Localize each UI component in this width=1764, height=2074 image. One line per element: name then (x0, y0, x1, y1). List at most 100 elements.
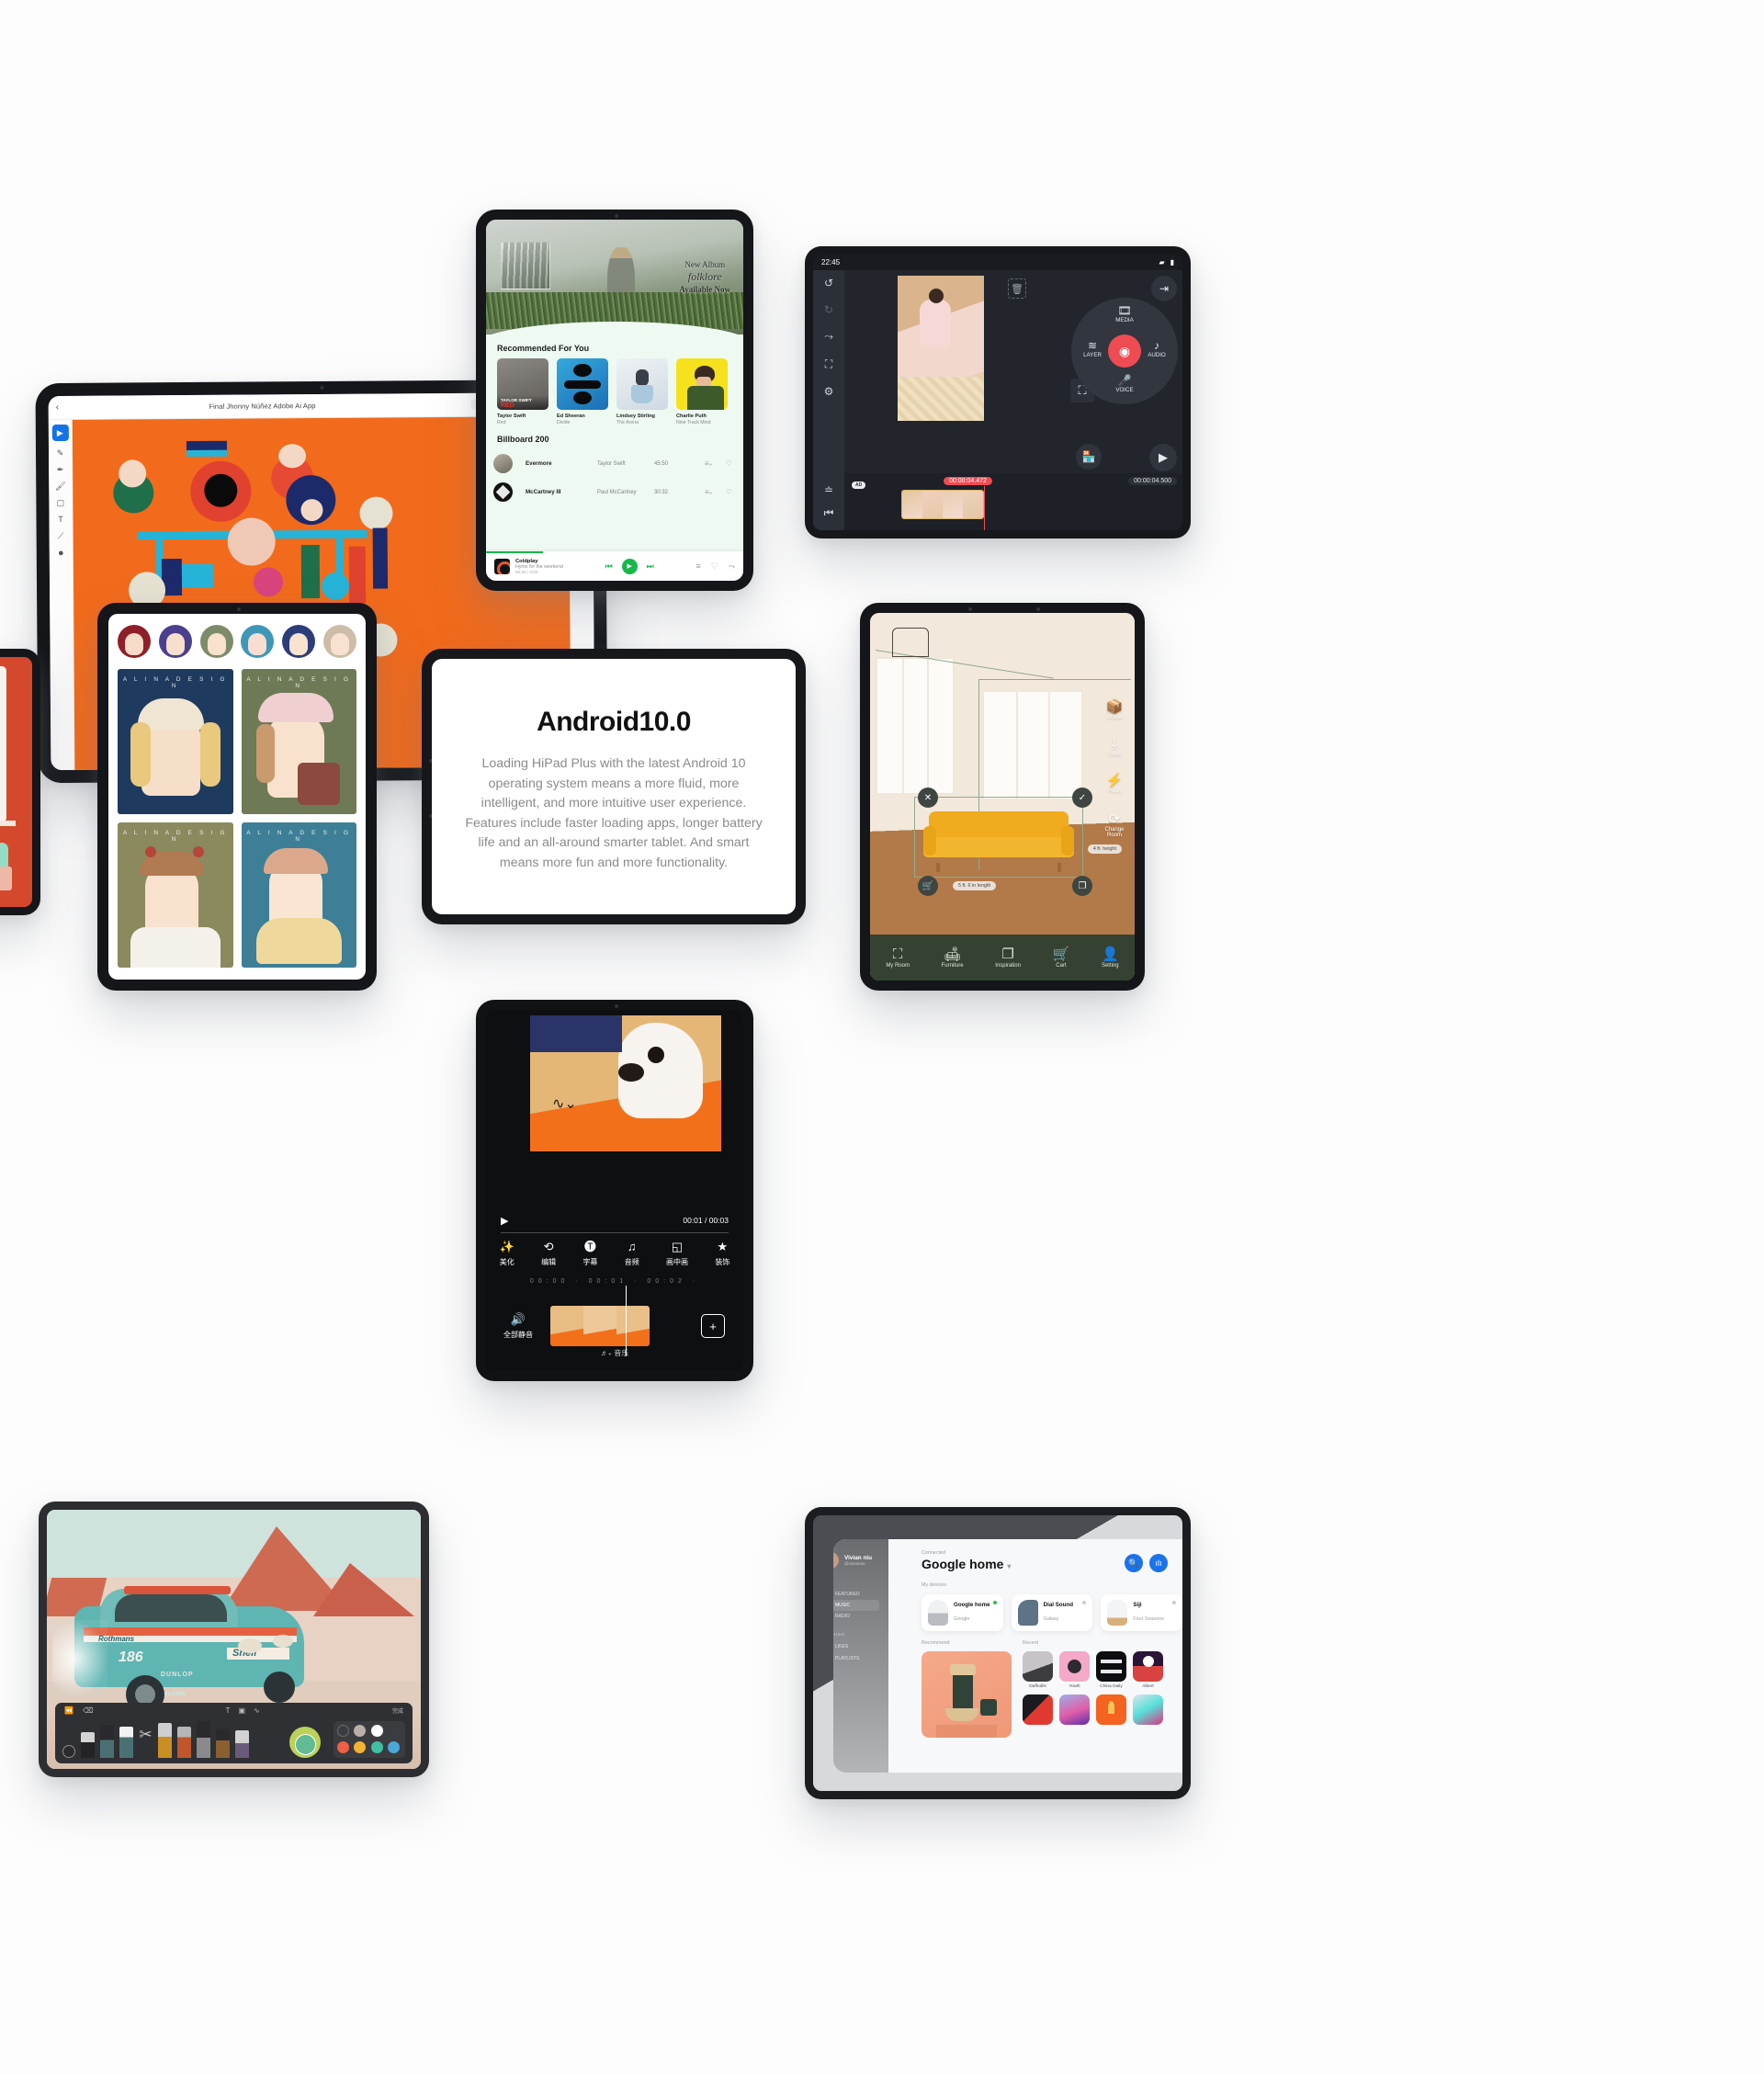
palette-swatch[interactable] (370, 1725, 383, 1737)
layer-button[interactable]: ≋ LAYER (1073, 340, 1112, 358)
queue-icon[interactable]: ≡ (695, 561, 700, 572)
unbox-button[interactable]: 📦 Unbox (1099, 699, 1130, 720)
cancel-button[interactable]: ✕ (918, 788, 938, 808)
signature-icon[interactable]: ∿ (254, 1706, 260, 1715)
camera-icon[interactable]: ▣ (238, 1706, 245, 1715)
recent-app[interactable]: China Daily (1096, 1651, 1126, 1689)
recent-app[interactable]: Albert (1133, 1651, 1163, 1689)
avatar[interactable] (158, 625, 192, 658)
flash-button[interactable]: ⚡ Flash (1099, 773, 1130, 794)
eraser-tool[interactable] (81, 1732, 95, 1758)
user-profile[interactable]: Vivian niu @vivianniu (833, 1552, 879, 1569)
portrait-card[interactable]: A L I N A D E S I G N (118, 822, 233, 968)
recent-app[interactable] (1059, 1694, 1090, 1725)
device-card[interactable]: Google home Google (922, 1594, 1003, 1631)
play-button[interactable]: ▶ (1149, 444, 1177, 471)
ar-camera-view[interactable]: ✕ ✓ 🛒 ❐ 5 ft. 6 in length 4 ft. height 📦… (870, 613, 1135, 980)
sidebar-item-music[interactable]: ♪MUSIC (833, 1600, 879, 1611)
blend-tool[interactable] (62, 1745, 75, 1758)
sidebar-item-featured[interactable]: ◆FEATURED (833, 1588, 879, 1600)
select-tool[interactable]: ▶ (51, 424, 69, 442)
brush-tool[interactable] (197, 1721, 210, 1758)
video-preview[interactable]: ∿⌄ (530, 1015, 721, 1151)
add-to-playlist-icon[interactable]: ≡₊ (705, 488, 713, 496)
tool-audio[interactable]: ♫ 音频 (625, 1240, 639, 1267)
palette-swatch[interactable] (337, 1725, 349, 1737)
share-icon[interactable]: ⤳ (824, 330, 833, 344)
mute-all-button[interactable]: 🔊 全部静音 (486, 1312, 550, 1340)
nav-inspiration[interactable]: ❐ Inspiration (995, 946, 1021, 969)
avatar[interactable] (282, 625, 316, 658)
delete-icon[interactable]: 🗑 (1008, 278, 1026, 299)
scissors-tool[interactable]: ✂ (139, 1727, 153, 1758)
airbrush-tool[interactable] (235, 1730, 249, 1758)
avatar[interactable] (118, 625, 151, 658)
playback-progress[interactable] (486, 551, 543, 553)
recent-app[interactable] (1096, 1694, 1126, 1725)
nav-setting[interactable]: 👤 Setting (1102, 946, 1119, 969)
recent-app[interactable]: Youth (1059, 1651, 1090, 1689)
ad-badge[interactable]: AD (852, 482, 866, 489)
album-card[interactable]: Lindsey Stirling The Arena (616, 358, 668, 425)
undo-icon[interactable]: ↺ (824, 277, 833, 289)
capture-icon[interactable]: ⛶ (825, 357, 832, 371)
portrait-card[interactable]: A L I N A D E S I G N (241, 669, 356, 814)
shape-tool[interactable]: ▢ (57, 498, 65, 507)
media-button[interactable]: 🎞 MEDIA (1105, 305, 1144, 323)
sidebar-item-likes[interactable]: ♥LIKES (833, 1641, 879, 1652)
favorite-icon[interactable]: ♡ (726, 459, 732, 468)
chevron-down-icon[interactable]: ▾ (1007, 1562, 1011, 1570)
share-icon[interactable]: ⤳ (729, 561, 735, 572)
fountain-pen-tool[interactable] (158, 1723, 172, 1758)
nav-my-room[interactable]: ⛶ My Room (886, 946, 910, 969)
add-music-button[interactable]: ♬₊ 音乐 (486, 1348, 743, 1358)
playhead[interactable] (626, 1286, 628, 1356)
expand-timeline-icon[interactable]: ≐ (824, 483, 833, 496)
nav-furniture[interactable]: 🛋 Furniture (942, 946, 964, 969)
favorite-icon[interactable]: ♡ (726, 488, 732, 496)
marker-tool[interactable] (100, 1725, 114, 1758)
playhead[interactable] (984, 486, 985, 530)
video-preview[interactable] (898, 276, 984, 421)
add-clip-button[interactable]: + (701, 1314, 725, 1338)
device-card[interactable]: Dial Sound Galaxy (1011, 1594, 1093, 1631)
record-icon[interactable]: ◉ (1108, 334, 1141, 368)
previous-button[interactable]: ⏮ (605, 561, 613, 572)
palette-swatch[interactable] (370, 1740, 383, 1753)
voice-button[interactable]: 🎤 VOICE (1105, 375, 1144, 393)
done-button[interactable]: 完成 (392, 1706, 403, 1715)
audio-button[interactable]: ♪ AUDIO (1137, 340, 1176, 358)
recent-app[interactable] (1133, 1694, 1163, 1725)
palette-swatch[interactable] (337, 1740, 349, 1753)
exit-icon[interactable]: ⇥ (1151, 276, 1177, 301)
cart-icon[interactable]: 🛒 (918, 876, 938, 896)
timeline-clip[interactable] (901, 490, 984, 519)
save-button[interactable]: ⤓ Save (1099, 736, 1130, 757)
avatar[interactable] (199, 625, 233, 658)
album-card[interactable]: Charlie Puth Nine Track Mind (676, 358, 728, 425)
jump-to-start-icon[interactable]: ⏮ (824, 506, 834, 520)
store-icon[interactable]: 🏪 (1076, 444, 1102, 470)
track-row[interactable]: McCartney III Paul McCartney 30:32 ≡₊ ♡ (486, 478, 743, 506)
rewind-icon[interactable]: ⏪ (64, 1706, 74, 1715)
album-card[interactable]: TAYLOR SWIFT RED Taylor Swift Red (497, 358, 548, 425)
timeline-clip[interactable] (550, 1306, 650, 1346)
color-swatch[interactable] (289, 1727, 321, 1758)
settings-icon[interactable]: ⚙ (824, 385, 834, 398)
recommend-card[interactable] (922, 1651, 1012, 1738)
sidebar-item-radio[interactable]: ◗RADIO (833, 1611, 879, 1622)
next-button[interactable]: ⏭ (647, 561, 654, 572)
palette-swatch[interactable] (354, 1725, 367, 1737)
palette-swatch[interactable] (387, 1740, 400, 1753)
color-swatch[interactable]: ● (58, 548, 64, 559)
brush-tool[interactable]: 🖌 (55, 482, 66, 491)
play-button[interactable]: ▶ (501, 1215, 508, 1227)
palette-swatch[interactable] (354, 1740, 367, 1753)
pen-tool[interactable]: ✒ (57, 465, 64, 474)
recent-app[interactable]: Daffodils (1023, 1651, 1053, 1689)
favorite-icon[interactable]: ♡ (711, 561, 718, 572)
tool-sticker[interactable]: ★ 装饰 (715, 1240, 729, 1267)
timeline-track-area[interactable]: AD 00:00:04.472 00:00:04.500 (844, 473, 1182, 530)
device-card[interactable]: Siji Four Seasons (1101, 1594, 1182, 1631)
equalizer-icon[interactable]: ılı (1149, 1554, 1168, 1572)
